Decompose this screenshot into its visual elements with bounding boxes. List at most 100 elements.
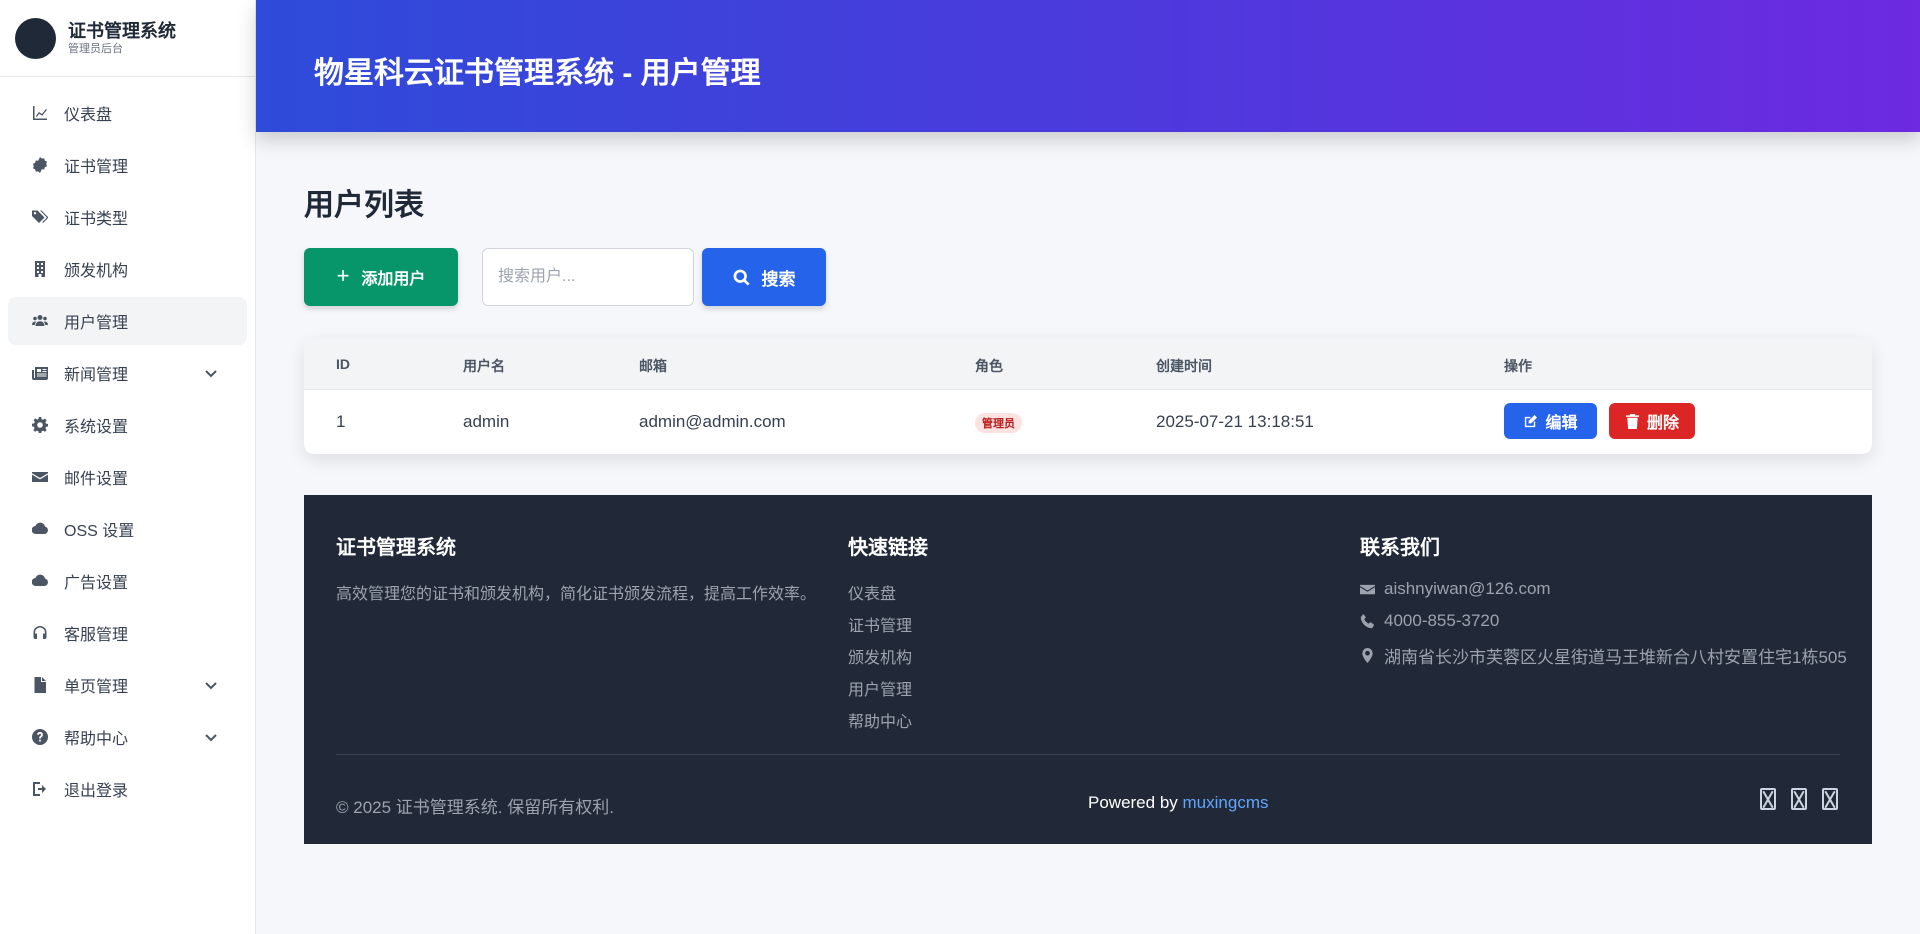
- footer-link-dashboard[interactable]: 仪表盘: [848, 580, 896, 604]
- copyright: © 2025 证书管理系统. 保留所有权利.: [336, 798, 614, 817]
- table-header: ID 用户名 邮箱 角色 创建时间 操作: [304, 338, 1872, 390]
- sidebar-item-label: 用户管理: [64, 315, 129, 332]
- sidebar-item-ad-settings[interactable]: 广告设置: [8, 557, 247, 605]
- footer-about-title: 证书管理系统: [336, 537, 456, 559]
- phone-icon: [1360, 613, 1375, 628]
- header-title: 物星科云证书管理系统 - 用户管理: [314, 57, 761, 90]
- sidebar-item-users[interactable]: 用户管理: [8, 297, 247, 345]
- newspaper-icon: [31, 364, 49, 382]
- role-badge: 管理员: [975, 413, 1022, 433]
- envelope-icon: [31, 468, 49, 486]
- chevron-down-icon[interactable]: [203, 677, 219, 693]
- sidebar-item-label: 颁发机构: [64, 263, 129, 280]
- sidebar-item-mail-settings[interactable]: 邮件设置: [8, 453, 247, 501]
- add-user-label: 添加用户: [361, 271, 426, 288]
- contact-address-text: 湖南省长沙市芙蓉区火星街道马王堆新合八村安置住宅1栋505: [1384, 648, 1847, 667]
- user-table: ID 用户名 邮箱 角色 创建时间 操作 1 admin admin@admin…: [304, 338, 1872, 454]
- page-title: 用户列表: [304, 189, 424, 222]
- map-marker-icon: [1362, 648, 1373, 663]
- column-header-email: 邮箱: [639, 358, 667, 374]
- certificate-icon: [31, 156, 49, 174]
- sidebar-item-label: 系统设置: [64, 419, 129, 436]
- footer-link-certificates[interactable]: 证书管理: [848, 612, 912, 636]
- sidebar-item-label: 单页管理: [64, 679, 129, 696]
- sidebar-item-news[interactable]: 新闻管理: [8, 349, 247, 397]
- cell-id: 1: [336, 412, 346, 431]
- top-header: 物星科云证书管理系统 - 用户管理: [256, 0, 1920, 132]
- edit-button[interactable]: 编辑: [1504, 403, 1597, 439]
- users-icon: [31, 312, 49, 330]
- sidebar-item-customer-service[interactable]: 客服管理: [8, 609, 247, 657]
- sidebar-item-dashboard[interactable]: 仪表盘: [8, 89, 247, 137]
- sidebar-item-label: 客服管理: [64, 627, 129, 644]
- footer-contact-title: 联系我们: [1360, 537, 1440, 559]
- sidebar-item-logout[interactable]: 退出登录: [8, 765, 247, 813]
- sidebar-item-help-center[interactable]: 帮助中心: [8, 713, 247, 761]
- cloud-icon: [31, 520, 49, 538]
- cloud-icon: [31, 572, 49, 590]
- missing-glyph-icon[interactable]: [1791, 788, 1807, 810]
- sidebar-item-pages[interactable]: 单页管理: [8, 661, 247, 709]
- column-header-role: 角色: [975, 358, 1003, 374]
- tags-icon: [31, 208, 49, 226]
- footer-contact-phone: 4000-855-3720: [1360, 611, 1499, 631]
- sidebar-item-system-settings[interactable]: 系统设置: [8, 401, 247, 449]
- contact-phone-text: 4000-855-3720: [1384, 611, 1500, 630]
- footer-divider: [336, 754, 1840, 755]
- brand: 证书管理系统 管理员后台: [0, 0, 255, 77]
- brand-title: 证书管理系统: [68, 21, 176, 41]
- powered-by: Powered by muxingcms: [1088, 793, 1268, 813]
- cell-username: admin: [463, 412, 510, 431]
- column-header-username: 用户名: [463, 358, 505, 374]
- sidebar-item-label: 证书类型: [64, 211, 129, 228]
- delete-button-label: 删除: [1646, 415, 1679, 432]
- powered-by-text: Powered by: [1088, 793, 1178, 812]
- building-icon: [31, 260, 49, 278]
- plus-icon: +: [336, 262, 350, 288]
- sidebar-item-label: 仪表盘: [64, 107, 113, 124]
- missing-glyph-icon[interactable]: [1822, 788, 1838, 810]
- search-input[interactable]: [482, 248, 694, 306]
- search-button[interactable]: 搜索: [702, 248, 826, 306]
- delete-button[interactable]: 删除: [1609, 403, 1695, 439]
- chevron-down-icon[interactable]: [203, 729, 219, 745]
- sidebar-item-certificate-types[interactable]: 证书类型: [8, 193, 247, 241]
- file-icon: [31, 676, 49, 694]
- footer-about-description: 高效管理您的证书和颁发机构，简化证书颁发流程，提高工作效率。: [336, 586, 817, 603]
- missing-glyph-icon[interactable]: [1760, 788, 1776, 810]
- chart-line-icon: [31, 104, 49, 122]
- search-icon: [733, 269, 750, 286]
- gear-icon: [31, 416, 49, 434]
- footer: 证书管理系统 高效管理您的证书和颁发机构，简化证书颁发流程，提高工作效率。 快速…: [304, 495, 1872, 844]
- footer-link-issuers[interactable]: 颁发机构: [848, 644, 912, 668]
- sidebar-item-oss-settings[interactable]: OSS 设置: [8, 505, 247, 553]
- footer-link-help[interactable]: 帮助中心: [848, 708, 912, 732]
- sidebar-item-label: 广告设置: [64, 575, 129, 592]
- edit-icon: [1525, 414, 1538, 427]
- sidebar-item-label: 新闻管理: [64, 367, 129, 384]
- table-row: 1 admin admin@admin.com 管理员 2025-07-21 1…: [304, 390, 1872, 454]
- sidebar-item-label: 邮件设置: [64, 471, 129, 488]
- sidebar-nav: 仪表盘 证书管理 证书类型 颁发机构 用户管理 新闻管理 系统设置 邮件设置 O…: [0, 77, 255, 813]
- add-user-button[interactable]: + 添加用户: [304, 248, 458, 306]
- envelope-icon: [1360, 584, 1375, 594]
- column-header-actions: 操作: [1504, 358, 1532, 374]
- edit-button-label: 编辑: [1545, 415, 1578, 432]
- sidebar-item-label: 帮助中心: [64, 731, 129, 748]
- sidebar-item-issuers[interactable]: 颁发机构: [8, 245, 247, 293]
- sidebar: 证书管理系统 管理员后台 仪表盘 证书管理 证书类型 颁发机构 用户管理 新闻管…: [0, 0, 256, 934]
- footer-links-title: 快速链接: [848, 537, 928, 559]
- footer-contact-email: aishnyiwan@126.com: [1360, 579, 1551, 599]
- headset-icon: [31, 624, 49, 642]
- trash-icon: [1625, 413, 1640, 429]
- sidebar-item-label: OSS 设置: [64, 523, 135, 540]
- cell-created: 2025-07-21 13:18:51: [1156, 412, 1314, 431]
- footer-link-users[interactable]: 用户管理: [848, 676, 912, 700]
- avatar: [15, 17, 56, 59]
- sidebar-item-certificates[interactable]: 证书管理: [8, 141, 247, 189]
- powered-by-link[interactable]: muxingcms: [1183, 793, 1269, 812]
- chevron-down-icon[interactable]: [203, 365, 219, 381]
- sign-out-icon: [31, 780, 49, 798]
- sidebar-item-label: 退出登录: [64, 783, 129, 800]
- column-header-created: 创建时间: [1156, 358, 1212, 374]
